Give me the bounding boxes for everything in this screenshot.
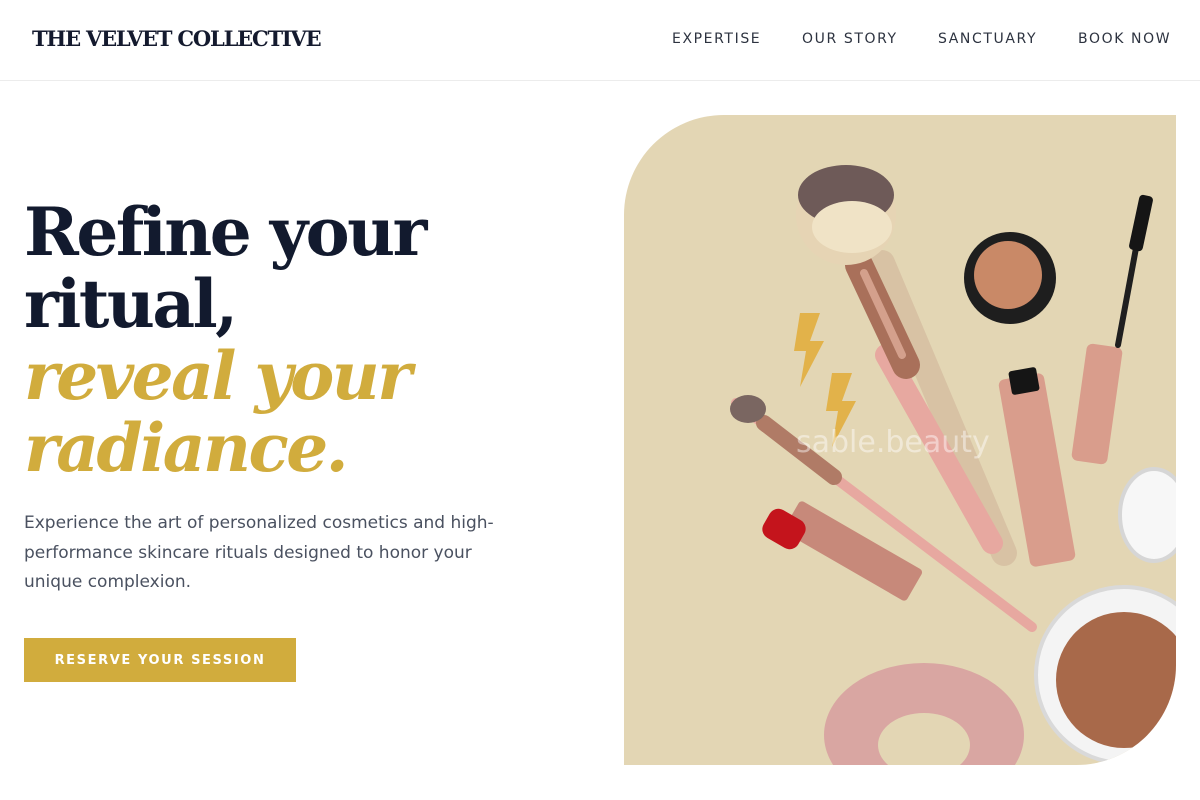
velvet-scrunchie-image [824, 663, 1024, 765]
nav-link-our-story[interactable]: OUR STORY [802, 31, 898, 47]
site-header: THE VELVET COLLECTIVE EXPERTISE OUR STOR… [0, 0, 1200, 81]
mascara-image [1071, 194, 1153, 465]
hero-title-line-2: ritual, [24, 265, 238, 343]
nav-link-book-now[interactable]: BOOK NOW [1078, 31, 1171, 47]
nav-link-expertise[interactable]: EXPERTISE [672, 31, 761, 47]
lipstick-image [762, 501, 923, 601]
hero-title-line-1: Refine your [24, 193, 427, 271]
hero-image-cosmetics: sable.beauty [624, 115, 1176, 765]
hero-title: Refine your ritual, reveal your radiance… [24, 196, 564, 484]
eyeshadow-pot-image [964, 232, 1056, 324]
main-nav: EXPERTISE OUR STORY SANCTUARY BOOK NOW [0, 31, 1200, 51]
nav-link-sanctuary[interactable]: SANCTUARY [938, 31, 1037, 47]
reserve-session-button[interactable]: RESERVE YOUR SESSION [24, 638, 296, 682]
hero-subtitle: Experience the art of personalized cosme… [24, 513, 494, 592]
hero-title-accent-line-2: radiance. [24, 409, 349, 487]
blush-brush-image [796, 165, 1017, 566]
hero-title-accent-line-1: reveal your [24, 337, 412, 415]
image-watermark: sable.beauty [796, 425, 990, 460]
